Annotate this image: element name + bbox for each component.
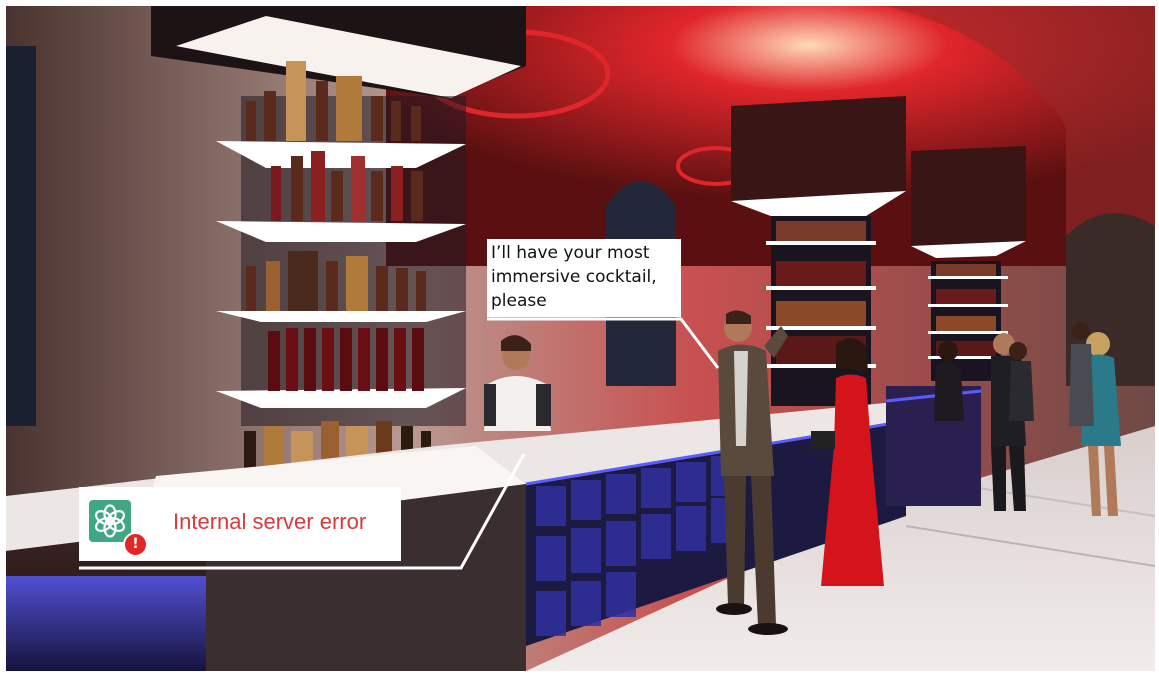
speech-line-3: please xyxy=(491,291,547,311)
speech-line-1: I’ll have your most xyxy=(491,243,650,263)
error-card: ! Internal server error xyxy=(79,487,401,561)
bar-scene-illustration xyxy=(6,6,1155,671)
chatgpt-logo-icon xyxy=(89,500,131,542)
error-message: Internal server error xyxy=(173,509,367,534)
speech-line-2: immersive cocktail, xyxy=(491,267,657,287)
alert-icon: ! xyxy=(123,532,148,557)
bar-scene-photo: I’ll have your most immersive cocktail, … xyxy=(6,6,1155,671)
speech-bubble: I’ll have your most immersive cocktail, … xyxy=(487,239,681,317)
